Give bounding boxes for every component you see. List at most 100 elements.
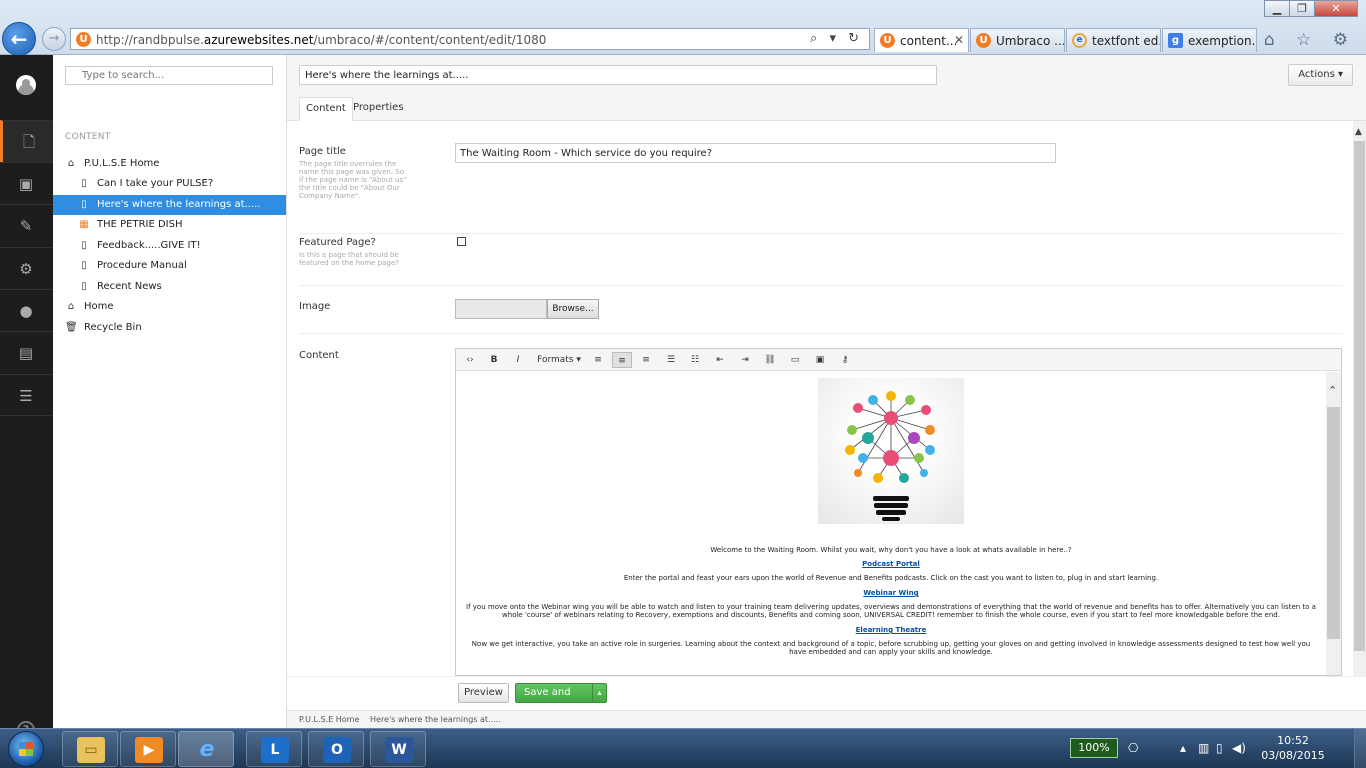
numbered-list-button[interactable]: ☷: [687, 352, 703, 368]
node-name-input[interactable]: [299, 65, 937, 85]
flag-icon[interactable]: ▥: [1198, 741, 1209, 755]
address-controls[interactable]: ⌕ ▾ ↻: [810, 31, 863, 46]
address-bar[interactable]: U http://randbpulse.azurewebsites.net/um…: [70, 28, 870, 50]
battery-indicator[interactable]: 100%: [1070, 738, 1118, 758]
preview-button[interactable]: Preview: [458, 683, 509, 703]
display-icon[interactable]: ▯: [1216, 741, 1223, 755]
server-icon: ☰: [19, 387, 33, 405]
editor-body: Page title The page title overrules the …: [287, 121, 1353, 676]
browser-tab-0[interactable]: U content... ✕: [874, 28, 969, 52]
show-desktop-button[interactable]: [1354, 729, 1366, 768]
taskbar-internet-explorer[interactable]: e: [178, 731, 234, 767]
browser-tools[interactable]: ⌂ ☆ ⚙: [1264, 30, 1356, 50]
bold-button[interactable]: B: [486, 352, 502, 368]
media-picker-button[interactable]: ▣: [812, 352, 828, 368]
podcast-text: Enter the portal and feast your ears upo…: [623, 574, 1159, 582]
section-developer[interactable]: ✎: [0, 204, 53, 246]
browser-tab-3[interactable]: g exemption...: [1162, 28, 1257, 52]
section-sidebar: 🗋 ▣ ✎ ⚙ ● ▤ ☰ ?: [0, 55, 53, 739]
browse-button[interactable]: Browse...: [547, 299, 599, 319]
word-icon: W: [385, 737, 413, 763]
actions-button[interactable]: Actions ▾: [1288, 64, 1353, 86]
user-avatar[interactable]: [16, 75, 36, 95]
align-left-button[interactable]: ≡: [590, 352, 606, 368]
start-button[interactable]: [8, 731, 44, 767]
page-title-input[interactable]: [455, 143, 1056, 163]
forward-button[interactable]: →: [42, 27, 66, 51]
align-right-button[interactable]: ≡: [638, 352, 654, 368]
rte-toolbar: ‹› B I Formats ▾ ≡ ≡ ≡ ☰ ☷ ⇤ ⇥ ⛓ ▭ ▣ ⚷: [456, 349, 1341, 371]
rte-scrollbar[interactable]: ⌃: [1326, 372, 1341, 675]
taskbar-word[interactable]: W: [370, 731, 426, 767]
tree-item-recent-news[interactable]: ▯ Recent News: [53, 277, 286, 297]
browser-tab-2[interactable]: e textfont ed...: [1066, 28, 1161, 52]
section-settings[interactable]: ⚙: [0, 247, 53, 289]
page-title-label: Page title: [299, 146, 346, 157]
tab-properties[interactable]: Properties: [347, 97, 410, 121]
link-button[interactable]: ⛓: [762, 352, 778, 368]
clock[interactable]: 10:52 03/08/2015: [1248, 733, 1338, 763]
taskbar-media-player[interactable]: ▶: [120, 731, 176, 767]
show-hidden-icon[interactable]: ▴: [1180, 741, 1186, 755]
align-center-button[interactable]: ≡: [612, 352, 632, 368]
lightbulb-illustration: [845, 391, 935, 521]
indent-button[interactable]: ⇥: [737, 352, 753, 368]
section-content[interactable]: 🗋: [0, 120, 53, 162]
network-icon[interactable]: ⎔: [1128, 741, 1138, 755]
section-forms[interactable]: ☰: [0, 374, 53, 416]
italic-button[interactable]: I: [510, 352, 526, 368]
tab-content[interactable]: Content: [299, 97, 353, 121]
bullet-list-button[interactable]: ☰: [663, 352, 679, 368]
podcast-portal-link[interactable]: Podcast Portal: [456, 560, 1326, 568]
anchor-button[interactable]: ▭: [787, 352, 803, 368]
section-users[interactable]: ●: [0, 289, 53, 331]
umbraco-icon: U: [880, 33, 895, 48]
save-and-publish-button[interactable]: Save and publish ▴: [515, 683, 607, 716]
tree-item-recycle-bin[interactable]: 🗑 Recycle Bin: [53, 318, 286, 338]
close-tab-icon[interactable]: ✕: [954, 33, 964, 47]
rte-scroll-thumb[interactable]: [1327, 407, 1340, 639]
minimize-button[interactable]: ▁: [1264, 0, 1290, 17]
scroll-up-icon[interactable]: ⌃: [1328, 384, 1337, 397]
page-title-description: The page title overrules the name this p…: [299, 160, 407, 200]
section-media[interactable]: ▣: [0, 162, 53, 204]
formats-dropdown[interactable]: Formats ▾: [534, 352, 584, 368]
webinar-wing-link[interactable]: Webinar Wing: [456, 589, 1326, 597]
tree-item-can-i-take-your-pulse[interactable]: ▯ Can I take your PULSE?: [53, 174, 286, 194]
tree-item-procedure-manual[interactable]: ▯ Procedure Manual: [53, 256, 286, 276]
section-members[interactable]: ▤: [0, 331, 53, 373]
system-tray: 100% ⎔ ▴ ▥ ▯ ◀) 10:52 03/08/2015: [1066, 729, 1366, 768]
image-file-input[interactable]: [455, 299, 547, 319]
scroll-up-icon[interactable]: ▲: [1355, 127, 1362, 137]
macro-button[interactable]: ⚷: [837, 352, 853, 368]
taskbar-outlook[interactable]: O: [308, 731, 364, 767]
tree-item-home[interactable]: ⌂ Home: [53, 297, 286, 317]
taskbar-lync[interactable]: L: [246, 731, 302, 767]
google-icon: g: [1168, 33, 1183, 48]
close-window-button[interactable]: ✕: [1314, 0, 1358, 17]
source-code-button[interactable]: ‹›: [462, 352, 478, 368]
document-icon: ▯: [81, 178, 87, 189]
caret-up-icon[interactable]: ▴: [592, 684, 606, 702]
rte-content[interactable]: Welcome to the Waiting Room. Whilst you …: [456, 372, 1326, 675]
tree-item-learnings[interactable]: ▯ Here's where the learnings at.....: [53, 195, 286, 215]
breadcrumb-item-0[interactable]: P.U.L.S.E Home: [299, 711, 359, 728]
tree-item-feedback[interactable]: ▯ Feedback.....GIVE IT!: [53, 236, 286, 256]
outlook-icon: O: [323, 737, 351, 763]
elearning-theatre-link[interactable]: Elearning Theatre: [456, 626, 1326, 634]
url-text: http://randbpulse.azurewebsites.net/umbr…: [96, 33, 547, 47]
outdent-button[interactable]: ⇤: [712, 352, 728, 368]
tree-search-input[interactable]: [65, 66, 273, 85]
tree-item-petrie-dish[interactable]: ▦ THE PETRIE DISH: [53, 215, 286, 235]
back-button[interactable]: ←: [2, 22, 36, 56]
maximize-button[interactable]: ❐: [1289, 0, 1315, 17]
browser-tab-1[interactable]: U Umbraco ...: [970, 28, 1065, 52]
editor-scroll-thumb[interactable]: [1354, 141, 1365, 651]
taskbar-explorer[interactable]: ▭: [62, 731, 118, 767]
editor-scrollbar[interactable]: ▲: [1353, 121, 1366, 676]
featured-label: Featured Page?: [299, 237, 376, 248]
featured-checkbox[interactable]: [457, 237, 466, 246]
breadcrumb-item-1[interactable]: Here's where the learnings at.....: [370, 711, 501, 728]
tree-item-pulse-home[interactable]: ⌂ P.U.L.S.E Home: [53, 154, 286, 174]
volume-icon[interactable]: ◀): [1232, 741, 1246, 755]
